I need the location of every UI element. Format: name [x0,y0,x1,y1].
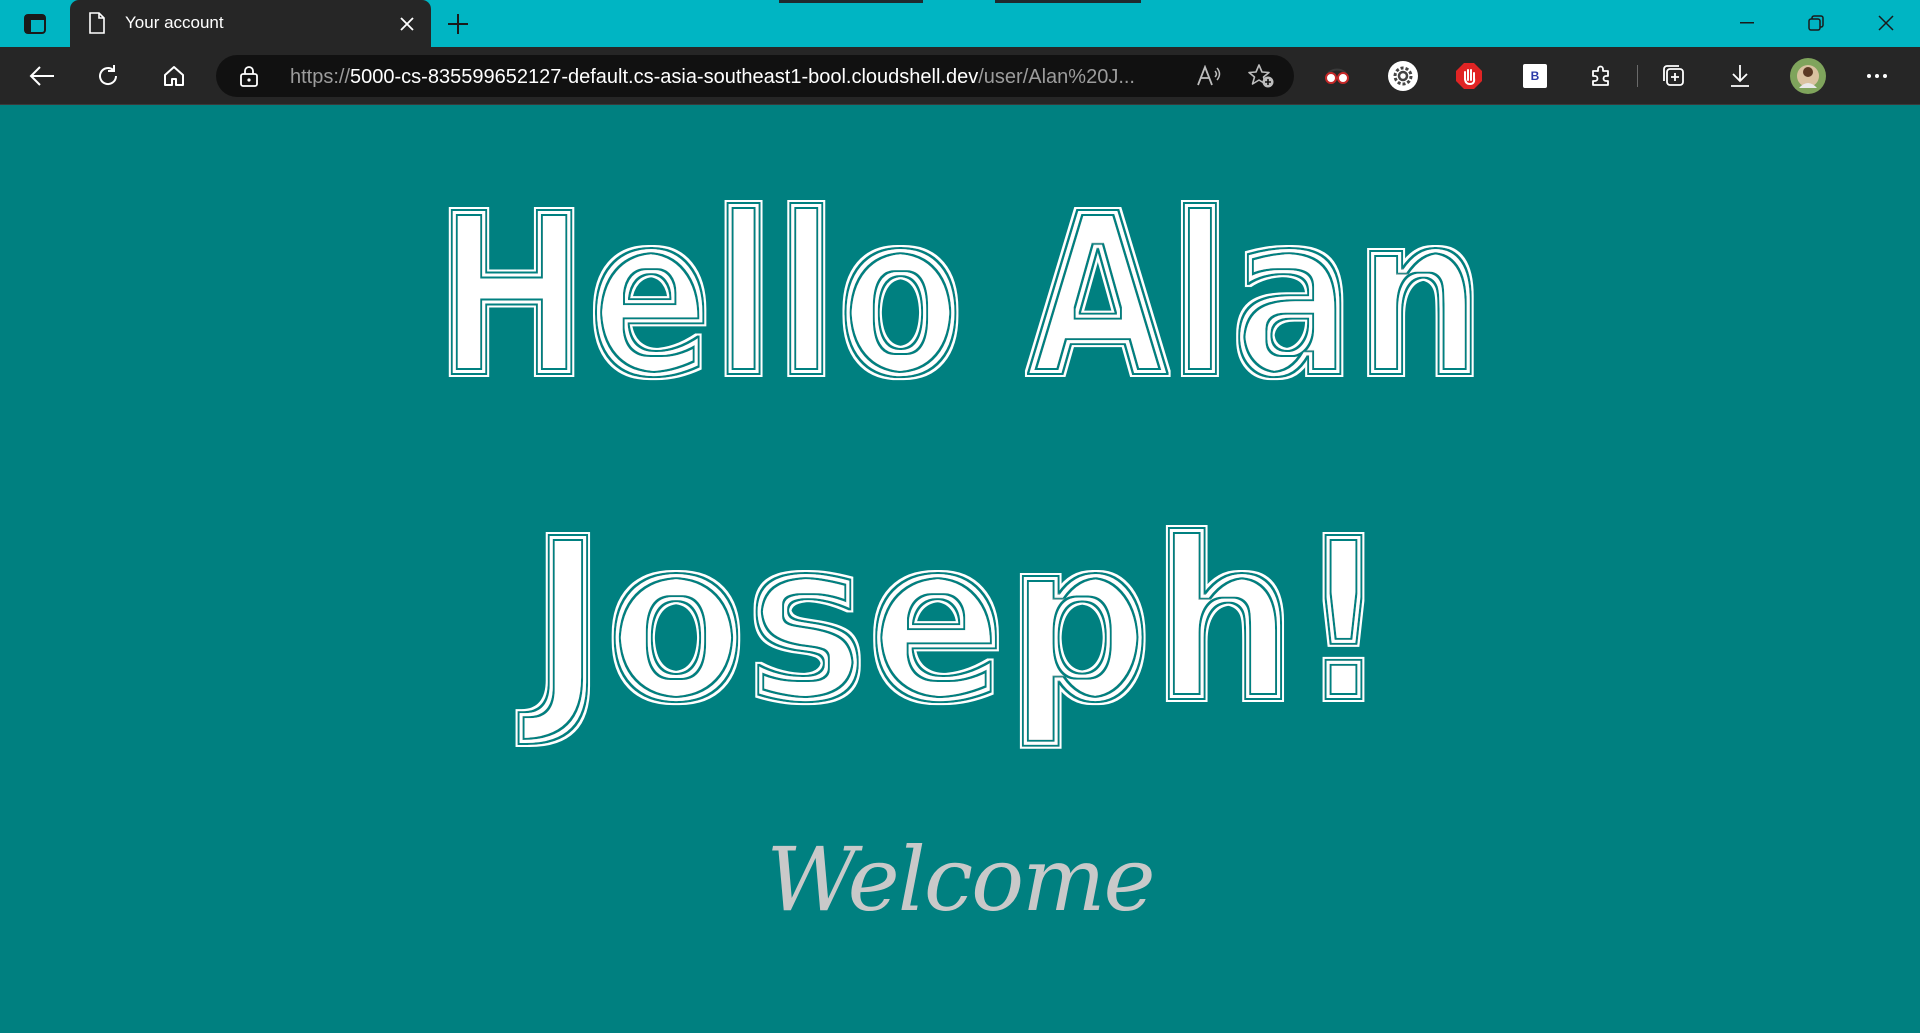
home-icon [164,66,184,86]
tab-strip-indicator [995,0,1141,3]
tab-title: Your account [125,13,224,32]
extension-block-button[interactable] [1450,58,1488,94]
profile-button[interactable] [1789,58,1827,94]
url-text: https://5000-cs-835599652127-default.cs-… [290,66,1135,89]
close-icon [1878,15,1894,31]
heading-line-1: Hello Alan [435,166,1485,428]
restore-button[interactable] [1783,0,1849,46]
puzzle-icon [1592,65,1609,86]
restore-icon [1808,15,1824,31]
refresh-button[interactable] [89,58,127,94]
refresh-icon [99,65,118,85]
stop-hand-icon [1456,63,1482,89]
url-path: /user/Alan%20J... [978,66,1135,88]
avatar [1790,58,1826,94]
spy-glasses-icon [1325,68,1349,84]
extension-b-icon: B [1523,64,1547,88]
address-bar[interactable]: https://5000-cs-835599652127-default.cs-… [216,55,1294,97]
tab-actions-icon [24,14,46,34]
back-button[interactable] [23,58,61,94]
extension-b-button[interactable]: B [1516,58,1554,94]
heading-line-2: Joseph! [518,491,1390,753]
gear-circle-icon [1388,61,1418,91]
extensions-button[interactable] [1582,58,1620,94]
url-host: 5000-cs-835599652127-default.cs-asia-sou… [350,66,979,88]
welcome-text: Welcome [766,828,1155,931]
new-tab-button[interactable] [442,8,474,40]
minimize-icon [1740,22,1754,24]
more-icon [1867,74,1887,78]
toolbar-divider [1637,65,1638,87]
add-favorite-button[interactable] [1247,63,1275,89]
download-icon [1731,65,1749,87]
close-icon [400,17,414,31]
back-arrow-icon [29,66,54,86]
tab-your-account[interactable]: Your account [70,0,431,48]
title-bar: Your account [0,0,1920,48]
collections-button[interactable] [1655,58,1693,94]
extension-settings-button[interactable] [1384,58,1422,94]
tab-strip-indicator [779,0,923,3]
minimize-button[interactable] [1714,0,1780,46]
url-scheme: https:// [290,66,351,88]
page-content: Hello Alan Joseph! Welcome [0,106,1920,1033]
close-window-button[interactable] [1853,0,1919,46]
add-favorite-icon [1248,64,1274,88]
plus-icon [448,14,468,34]
page-icon [89,12,105,34]
read-aloud-button[interactable] [1195,63,1223,89]
home-button[interactable] [155,58,193,94]
lock-icon [240,66,258,87]
browser-toolbar: https://5000-cs-835599652127-default.cs-… [0,47,1920,105]
extension-b-label: B [1530,69,1540,83]
read-aloud-icon [1197,65,1221,86]
more-button[interactable] [1858,58,1896,94]
downloads-button[interactable] [1721,58,1759,94]
tab-close-button[interactable] [396,13,418,35]
collections-icon [1663,65,1684,86]
extension-spy-button[interactable] [1318,58,1356,94]
tab-actions-button[interactable] [15,8,55,40]
greeting-heading: Hello Alan Joseph! [435,166,1485,753]
